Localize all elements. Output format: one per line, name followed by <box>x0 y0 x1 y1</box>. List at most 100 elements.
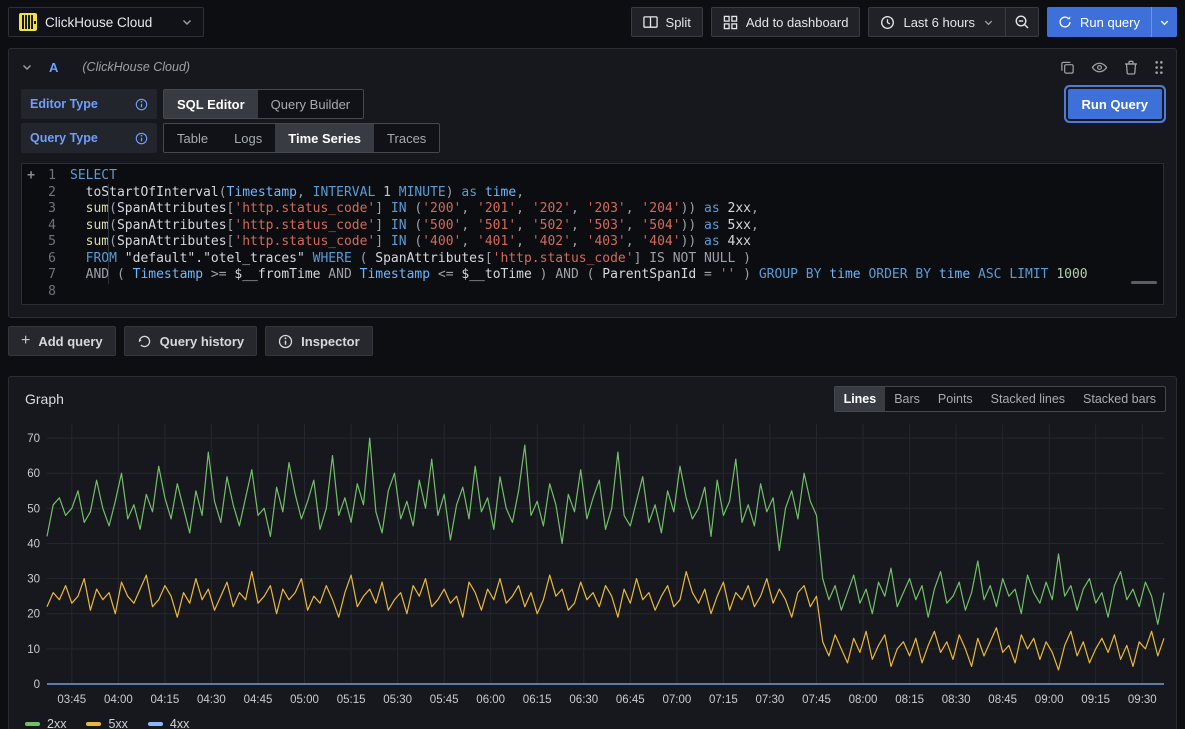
graph-mode-option-bars[interactable]: Bars <box>885 387 929 411</box>
graph-mode-options: LinesBarsPointsStacked linesStacked bars <box>834 386 1166 412</box>
info-icon[interactable] <box>135 132 148 145</box>
editor-type-option-sql-editor[interactable]: SQL Editor <box>164 90 258 118</box>
code-token: IN <box>391 218 407 233</box>
query-actions <box>1060 60 1164 75</box>
run-query-button[interactable]: Run query <box>1047 7 1151 37</box>
code-token: , <box>626 201 642 216</box>
code-token: )) <box>681 234 704 249</box>
query-type-option-logs[interactable]: Logs <box>221 124 275 152</box>
editor-type-option-query-builder[interactable]: Query Builder <box>258 90 363 118</box>
svg-text:0: 0 <box>34 679 40 691</box>
apps-icon <box>723 15 738 30</box>
code-token: SpanAttributes <box>117 218 227 233</box>
run-query-split-button: Run query <box>1047 7 1177 37</box>
gutter-plus-icon: + <box>22 168 40 185</box>
line-number: 2 <box>40 185 70 202</box>
svg-text:10: 10 <box>27 644 40 656</box>
code-token: ( <box>109 201 117 216</box>
duplicate-query-icon[interactable] <box>1060 60 1075 75</box>
query-datasource-hint: (ClickHouse Cloud) <box>82 60 190 74</box>
panel-run-query-button[interactable]: Run Query <box>1068 89 1162 119</box>
code-token: ] IS NOT NULL ) <box>634 251 751 266</box>
query-type-option-table[interactable]: Table <box>164 124 221 152</box>
chart-area[interactable]: 01020304050607003:4504:0004:1504:3004:45… <box>9 414 1176 715</box>
graph-mode-option-stacked-lines[interactable]: Stacked lines <box>982 387 1074 411</box>
code-line[interactable]: 6 FROM "default"."otel_traces" WHERE ( S… <box>22 251 1163 268</box>
code-token: )) <box>681 218 704 233</box>
sql-code-editor[interactable]: +1SELECT2 toStartOfInterval(Timestamp, I… <box>21 163 1164 305</box>
add-to-dashboard-label: Add to dashboard <box>746 15 849 30</box>
gutter-spacer <box>22 251 40 268</box>
code-token: Timestamp <box>133 267 203 282</box>
code-token <box>70 185 86 200</box>
info-icon[interactable] <box>135 98 148 111</box>
line-number: 7 <box>40 267 70 284</box>
code-token <box>720 201 728 216</box>
svg-text:07:00: 07:00 <box>663 694 692 706</box>
code-token: , <box>516 185 524 200</box>
code-line[interactable]: 2 toStartOfInterval(Timestamp, INTERVAL … <box>22 185 1163 202</box>
time-range-picker[interactable]: Last 6 hours <box>868 7 1006 37</box>
graph-mode-option-stacked-bars[interactable]: Stacked bars <box>1074 387 1165 411</box>
code-token: , <box>297 185 313 200</box>
zoom-out-button[interactable] <box>1006 7 1039 37</box>
legend-swatch <box>25 722 40 726</box>
query-type-option-traces[interactable]: Traces <box>374 124 439 152</box>
legend-label: 5xx <box>108 717 127 729</box>
code-token <box>720 218 728 233</box>
code-token: 1000 <box>1056 267 1087 282</box>
code-token: '504' <box>641 218 680 233</box>
code-token: ( <box>352 251 375 266</box>
code-line[interactable]: 7 AND ( Timestamp >= $__fromTime AND Tim… <box>22 267 1163 284</box>
code-token: 'http.status_code' <box>234 201 375 216</box>
svg-text:09:30: 09:30 <box>1128 694 1157 706</box>
add-to-dashboard-button[interactable]: Add to dashboard <box>711 7 861 37</box>
hide-query-eye-icon[interactable] <box>1091 60 1108 75</box>
legend-item-5xx[interactable]: 5xx <box>86 717 127 729</box>
drag-handle-icon[interactable] <box>1154 60 1164 75</box>
code-line[interactable]: 3 sum(SpanAttributes['http.status_code']… <box>22 201 1163 218</box>
inspector-button[interactable]: Inspector <box>265 326 373 356</box>
code-token: 'http.status_code' <box>234 218 375 233</box>
graph-mode-option-lines[interactable]: Lines <box>835 387 886 411</box>
collapse-chevron-icon[interactable] <box>21 61 33 73</box>
editor-scrollbar-handle[interactable] <box>1131 281 1157 284</box>
code-token: ( <box>109 234 117 249</box>
code-token: sum <box>86 234 109 249</box>
query-history-button[interactable]: Query history <box>124 326 258 356</box>
delete-query-trash-icon[interactable] <box>1124 60 1138 75</box>
svg-text:20: 20 <box>27 609 40 621</box>
code-token: Timestamp <box>227 185 297 200</box>
add-query-button[interactable]: + Add query <box>8 326 116 356</box>
code-token <box>305 251 313 266</box>
code-token: INTERVAL <box>313 185 376 200</box>
time-range-group: Last 6 hours <box>868 7 1039 37</box>
code-line[interactable]: +1SELECT <box>22 168 1163 185</box>
code-token: SpanAttributes <box>117 201 227 216</box>
split-button[interactable]: Split <box>631 7 703 37</box>
legend-item-4xx[interactable]: 4xx <box>148 717 189 729</box>
code-token: '400' <box>422 234 461 249</box>
legend-label: 4xx <box>170 717 189 729</box>
code-line[interactable]: 5 sum(SpanAttributes['http.status_code']… <box>22 234 1163 251</box>
line-number: 3 <box>40 201 70 218</box>
time-range-label: Last 6 hours <box>903 15 975 30</box>
query-type-option-time-series[interactable]: Time Series <box>275 124 374 152</box>
code-line[interactable]: 4 sum(SpanAttributes['http.status_code']… <box>22 218 1163 235</box>
graph-mode-option-points[interactable]: Points <box>929 387 982 411</box>
code-line[interactable]: 8 <box>22 284 1163 301</box>
chevron-down-icon <box>181 16 193 28</box>
chart-legend: 2xx 5xx 4xx <box>9 715 1176 729</box>
code-token: 4xx <box>728 234 751 249</box>
svg-text:05:00: 05:00 <box>290 694 319 706</box>
code-token <box>375 185 383 200</box>
svg-text:04:30: 04:30 <box>197 694 226 706</box>
line-number: 8 <box>40 284 70 301</box>
editor-type-label: Editor Type <box>21 89 157 119</box>
run-query-caret-button[interactable] <box>1151 7 1177 37</box>
code-token: ] <box>375 201 391 216</box>
code-token: 'http.status_code' <box>493 251 634 266</box>
datasource-picker[interactable]: ClickHouse Cloud <box>8 7 204 37</box>
legend-item-2xx[interactable]: 2xx <box>25 717 66 729</box>
editor-type-row: Editor Type SQL EditorQuery Builder <box>21 89 1164 119</box>
